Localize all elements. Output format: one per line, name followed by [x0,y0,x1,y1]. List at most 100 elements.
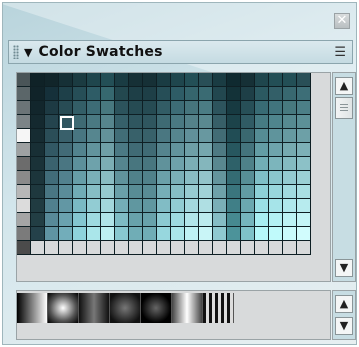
color-swatch[interactable] [199,241,213,255]
color-swatch[interactable] [199,213,213,227]
color-swatch[interactable] [157,115,171,129]
color-swatch[interactable] [199,185,213,199]
color-swatch[interactable] [59,129,73,143]
color-swatch[interactable] [17,241,31,255]
color-swatch[interactable] [171,213,185,227]
chevron-down-icon[interactable]: ▼ [335,317,353,335]
color-swatch[interactable] [269,143,283,157]
color-swatch[interactable] [17,227,31,241]
color-swatch[interactable] [59,171,73,185]
color-swatch[interactable] [227,157,241,171]
color-swatch[interactable] [129,143,143,157]
color-swatch[interactable] [129,101,143,115]
color-swatch[interactable] [171,87,185,101]
color-swatch[interactable] [115,199,129,213]
color-swatch[interactable] [45,185,59,199]
color-swatch[interactable] [115,157,129,171]
color-swatch[interactable] [143,199,157,213]
color-swatch[interactable] [45,101,59,115]
color-swatch[interactable] [227,87,241,101]
color-swatch[interactable] [227,73,241,87]
color-swatch[interactable] [157,129,171,143]
color-swatch[interactable] [297,87,311,101]
color-swatch[interactable] [143,227,157,241]
color-swatch[interactable] [297,227,311,241]
color-swatch[interactable] [171,227,185,241]
color-swatch[interactable] [297,157,311,171]
color-swatch[interactable] [101,171,115,185]
color-swatch[interactable] [101,143,115,157]
color-swatch[interactable] [171,115,185,129]
color-swatch[interactable] [297,171,311,185]
color-swatch[interactable] [115,143,129,157]
color-swatch[interactable] [31,185,45,199]
color-swatch[interactable] [199,129,213,143]
color-swatch[interactable] [87,185,101,199]
chevron-up-icon[interactable]: ▲ [335,77,353,95]
color-swatch[interactable] [73,199,87,213]
color-swatch[interactable] [59,143,73,157]
color-swatch[interactable] [17,87,31,101]
color-swatch[interactable] [255,157,269,171]
color-swatch[interactable] [59,157,73,171]
color-swatch[interactable] [199,115,213,129]
color-swatch[interactable] [129,157,143,171]
color-swatch[interactable] [255,213,269,227]
color-swatch[interactable] [115,87,129,101]
color-swatch[interactable] [199,143,213,157]
color-swatch[interactable] [283,241,297,255]
color-swatch[interactable] [283,199,297,213]
color-swatch[interactable] [73,185,87,199]
color-swatch[interactable] [115,101,129,115]
gradient-swatch[interactable] [48,293,79,323]
color-swatch[interactable] [17,213,31,227]
color-swatch[interactable] [31,241,45,255]
color-swatch[interactable] [157,213,171,227]
color-swatch[interactable] [297,115,311,129]
color-swatch[interactable] [31,87,45,101]
color-swatch[interactable] [269,87,283,101]
color-swatch[interactable] [241,115,255,129]
panel-menu-icon[interactable]: ☰ [334,45,346,60]
color-swatch[interactable] [45,227,59,241]
color-swatch[interactable] [241,185,255,199]
color-swatch[interactable] [255,73,269,87]
color-swatch[interactable] [213,115,227,129]
color-swatch[interactable] [269,199,283,213]
color-swatch[interactable] [185,199,199,213]
color-swatch[interactable] [59,227,73,241]
color-swatch[interactable] [227,101,241,115]
color-swatch[interactable] [283,213,297,227]
color-swatch[interactable] [283,143,297,157]
color-swatch[interactable] [101,227,115,241]
color-swatch[interactable] [73,87,87,101]
color-swatch[interactable] [185,129,199,143]
color-swatch[interactable] [171,73,185,87]
triangle-down-icon[interactable]: ▼ [24,46,32,59]
color-swatch[interactable] [255,199,269,213]
color-swatch[interactable] [87,115,101,129]
color-swatch[interactable] [283,227,297,241]
color-swatch[interactable] [73,73,87,87]
color-swatch[interactable] [241,87,255,101]
color-swatch[interactable] [45,241,59,255]
color-swatch[interactable] [213,157,227,171]
color-swatch[interactable] [143,129,157,143]
color-swatch[interactable] [255,143,269,157]
color-swatch[interactable] [157,171,171,185]
color-swatch[interactable] [45,73,59,87]
color-swatch[interactable] [115,73,129,87]
color-swatch[interactable] [101,129,115,143]
color-swatch[interactable] [87,101,101,115]
color-swatch[interactable] [297,185,311,199]
color-swatch[interactable] [101,87,115,101]
color-swatch[interactable] [241,213,255,227]
color-swatch[interactable] [269,213,283,227]
color-swatch[interactable] [115,115,129,129]
color-swatch[interactable] [129,73,143,87]
color-swatch[interactable] [143,241,157,255]
gradient-scrollbar[interactable]: ▲ ▼ [332,290,356,340]
color-swatch[interactable] [73,129,87,143]
color-swatch[interactable] [45,199,59,213]
color-swatch[interactable] [129,171,143,185]
